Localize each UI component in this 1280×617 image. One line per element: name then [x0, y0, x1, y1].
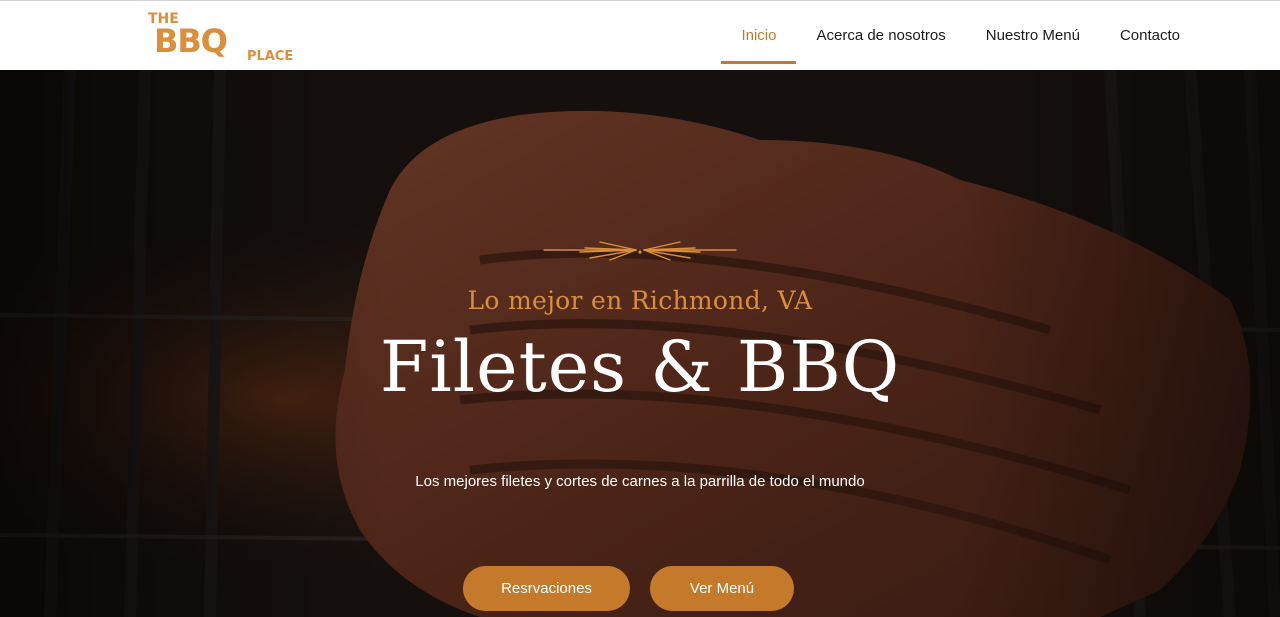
- reservations-button[interactable]: Resrvaciones: [463, 566, 630, 611]
- site-header: THE BBQ PLACE Inicio Acerca de nosotros …: [0, 1, 1280, 70]
- nav-item-label: Inicio: [741, 27, 777, 44]
- nav-item-inicio[interactable]: Inicio: [721, 8, 797, 64]
- nav-item-label: Contacto: [1119, 27, 1180, 44]
- bbq-place-logo-icon: THE BBQ PLACE: [148, 11, 293, 63]
- nav-item-label: Nuestro Menú: [985, 27, 1080, 44]
- hero-subtitle: Los mejores filetes y cortes de carnes a…: [415, 473, 865, 490]
- main-nav: Inicio Acerca de nosotros Nuestro Menú C…: [721, 1, 1180, 70]
- hero-headline: Filetes & BBQ: [379, 326, 901, 408]
- nav-item-label: Acerca de nosotros: [816, 27, 946, 44]
- nav-item-acerca[interactable]: Acerca de nosotros: [796, 8, 965, 64]
- view-menu-button[interactable]: Ver Menú: [650, 566, 794, 611]
- flourish-divider-icon: [543, 241, 737, 261]
- nav-item-menu[interactable]: Nuestro Menú: [966, 8, 1100, 64]
- nav-item-contacto[interactable]: Contacto: [1100, 8, 1180, 64]
- site-logo[interactable]: THE BBQ PLACE: [148, 9, 300, 63]
- logo-text-bottom: PLACE: [247, 49, 293, 63]
- hero-section: Lo mejor en Richmond, VA Filetes & BBQ L…: [0, 70, 1280, 617]
- hero-kicker: Lo mejor en Richmond, VA: [467, 286, 813, 315]
- logo-text-main: BBQ: [154, 22, 227, 60]
